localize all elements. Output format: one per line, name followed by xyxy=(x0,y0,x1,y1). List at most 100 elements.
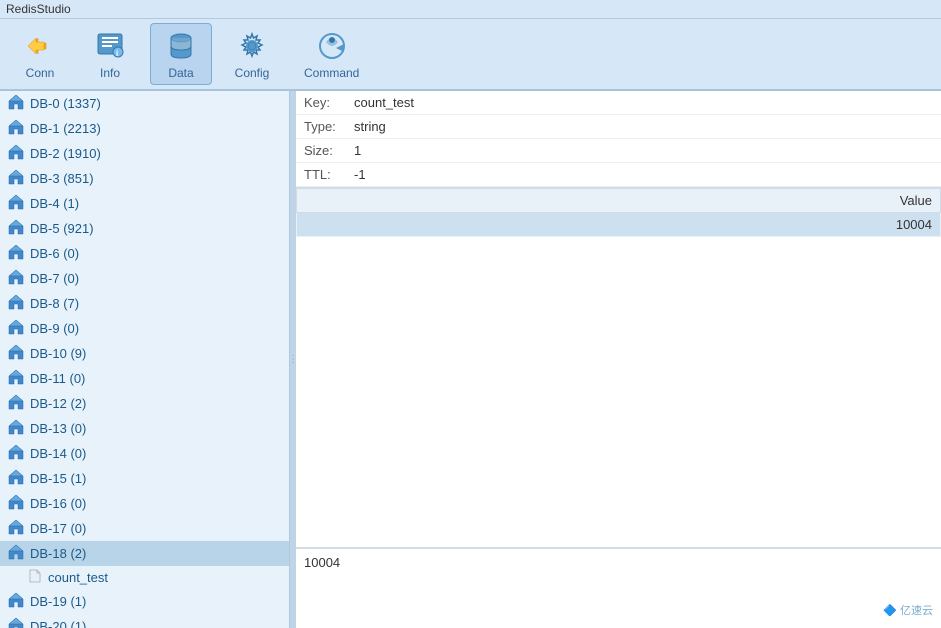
db-item-label: DB-2 (1910) xyxy=(30,146,101,161)
svg-text:i: i xyxy=(116,49,118,58)
config-icon xyxy=(234,28,270,64)
key-value: count_test xyxy=(354,95,414,110)
sidebar: DB-0 (1337) DB-1 (2213) DB-2 (1910) DB-3… xyxy=(0,91,290,628)
sidebar-db-item[interactable]: DB-16 (0) xyxy=(0,491,289,516)
db-item-label: DB-20 (1) xyxy=(30,619,86,628)
db-item-label: DB-12 (2) xyxy=(30,396,86,411)
db-item-label: DB-0 (1337) xyxy=(30,96,101,111)
title-bar: RedisStudio xyxy=(0,0,941,19)
sidebar-db-item[interactable]: DB-18 (2) xyxy=(0,541,289,566)
sidebar-db-item[interactable]: DB-4 (1) xyxy=(0,191,289,216)
ttl-row: TTL: -1 xyxy=(296,163,941,187)
db-icon xyxy=(8,369,30,388)
key-item-label: count_test xyxy=(48,570,108,585)
db-icon xyxy=(8,617,30,628)
sidebar-db-item[interactable]: DB-7 (0) xyxy=(0,266,289,291)
content-area: Key: count_test Type: string Size: 1 TTL… xyxy=(296,91,941,628)
sidebar-db-item[interactable]: DB-9 (0) xyxy=(0,316,289,341)
footer-watermark: 🔷 亿速云 xyxy=(883,602,933,618)
conn-icon xyxy=(22,28,58,64)
type-row: Type: string xyxy=(296,115,941,139)
db-item-label: DB-3 (851) xyxy=(30,171,94,186)
sidebar-db-item[interactable]: DB-2 (1910) xyxy=(0,141,289,166)
db-icon xyxy=(8,194,30,213)
db-item-label: DB-15 (1) xyxy=(30,471,86,486)
sidebar-db-item[interactable]: DB-0 (1337) xyxy=(0,91,289,116)
table-cell-value: 10004 xyxy=(297,213,941,237)
size-value: 1 xyxy=(354,143,361,158)
info-icon: i xyxy=(92,28,128,64)
info-label: Info xyxy=(100,66,120,80)
sidebar-db-item[interactable]: DB-19 (1) xyxy=(0,589,289,614)
sidebar-db-item[interactable]: DB-15 (1) xyxy=(0,466,289,491)
config-label: Config xyxy=(235,66,270,80)
db-item-label: DB-7 (0) xyxy=(30,271,79,286)
type-label: Type: xyxy=(304,119,354,134)
db-icon xyxy=(8,344,30,363)
value-editor[interactable]: 10004 xyxy=(296,548,941,628)
db-item-label: DB-16 (0) xyxy=(30,496,86,511)
sidebar-db-item[interactable]: DB-14 (0) xyxy=(0,441,289,466)
sidebar-db-item[interactable]: DB-12 (2) xyxy=(0,391,289,416)
data-label: Data xyxy=(168,66,193,80)
sidebar-db-item[interactable]: DB-3 (851) xyxy=(0,166,289,191)
db-item-label: DB-10 (9) xyxy=(30,346,86,361)
db-icon xyxy=(8,144,30,163)
db-icon xyxy=(8,419,30,438)
sidebar-db-item[interactable]: DB-13 (0) xyxy=(0,416,289,441)
file-icon xyxy=(28,569,48,586)
db-icon xyxy=(8,269,30,288)
db-item-label: DB-9 (0) xyxy=(30,321,79,336)
value-column-header: Value xyxy=(297,189,941,213)
db-item-label: DB-19 (1) xyxy=(30,594,86,609)
db-icon xyxy=(8,169,30,188)
sidebar-db-item[interactable]: DB-6 (0) xyxy=(0,241,289,266)
db-item-label: DB-4 (1) xyxy=(30,196,79,211)
table-row[interactable]: 10004 xyxy=(297,213,941,237)
db-icon xyxy=(8,244,30,263)
db-icon xyxy=(8,294,30,313)
type-value: string xyxy=(354,119,386,134)
watermark-text: 🔷 亿速云 xyxy=(883,602,933,618)
sidebar-db-item[interactable]: DB-20 (1) xyxy=(0,614,289,628)
size-label: Size: xyxy=(304,143,354,158)
db-item-label: DB-11 (0) xyxy=(30,371,85,386)
sidebar-db-item[interactable]: DB-17 (0) xyxy=(0,516,289,541)
db-icon xyxy=(8,94,30,113)
db-icon xyxy=(8,119,30,138)
sidebar-db-item[interactable]: DB-10 (9) xyxy=(0,341,289,366)
sidebar-db-item[interactable]: DB-1 (2213) xyxy=(0,116,289,141)
toolbar-command[interactable]: Command xyxy=(292,24,371,84)
db-icon xyxy=(8,544,30,563)
ttl-value: -1 xyxy=(354,167,366,182)
db-icon xyxy=(8,494,30,513)
sidebar-db-item[interactable]: DB-5 (921) xyxy=(0,216,289,241)
db-item-label: DB-14 (0) xyxy=(30,446,86,461)
db-item-label: DB-18 (2) xyxy=(30,546,86,561)
db-item-label: DB-13 (0) xyxy=(30,421,86,436)
toolbar-conn[interactable]: Conn xyxy=(10,24,70,84)
db-icon xyxy=(8,319,30,338)
app-title: RedisStudio xyxy=(6,2,71,16)
command-icon xyxy=(314,28,350,64)
toolbar-config[interactable]: Config xyxy=(222,24,282,84)
size-row: Size: 1 xyxy=(296,139,941,163)
toolbar-data[interactable]: Data xyxy=(150,23,212,85)
db-icon xyxy=(8,394,30,413)
ttl-label: TTL: xyxy=(304,167,354,182)
data-icon xyxy=(163,28,199,64)
main-layout: DB-0 (1337) DB-1 (2213) DB-2 (1910) DB-3… xyxy=(0,91,941,628)
sidebar-key-item[interactable]: count_test xyxy=(0,566,289,589)
db-item-label: DB-17 (0) xyxy=(30,521,86,536)
sidebar-db-item[interactable]: DB-8 (7) xyxy=(0,291,289,316)
sidebar-db-item[interactable]: DB-11 (0) xyxy=(0,366,289,391)
toolbar-info[interactable]: i Info xyxy=(80,24,140,84)
db-icon xyxy=(8,592,30,611)
db-item-label: DB-1 (2213) xyxy=(30,121,101,136)
data-table: Value 10004 xyxy=(296,188,941,237)
data-table-container: Value 10004 xyxy=(296,188,941,548)
db-item-label: DB-6 (0) xyxy=(30,246,79,261)
key-info-section: Key: count_test Type: string Size: 1 TTL… xyxy=(296,91,941,188)
db-icon xyxy=(8,519,30,538)
toolbar: Conn i Info Data xyxy=(0,19,941,91)
